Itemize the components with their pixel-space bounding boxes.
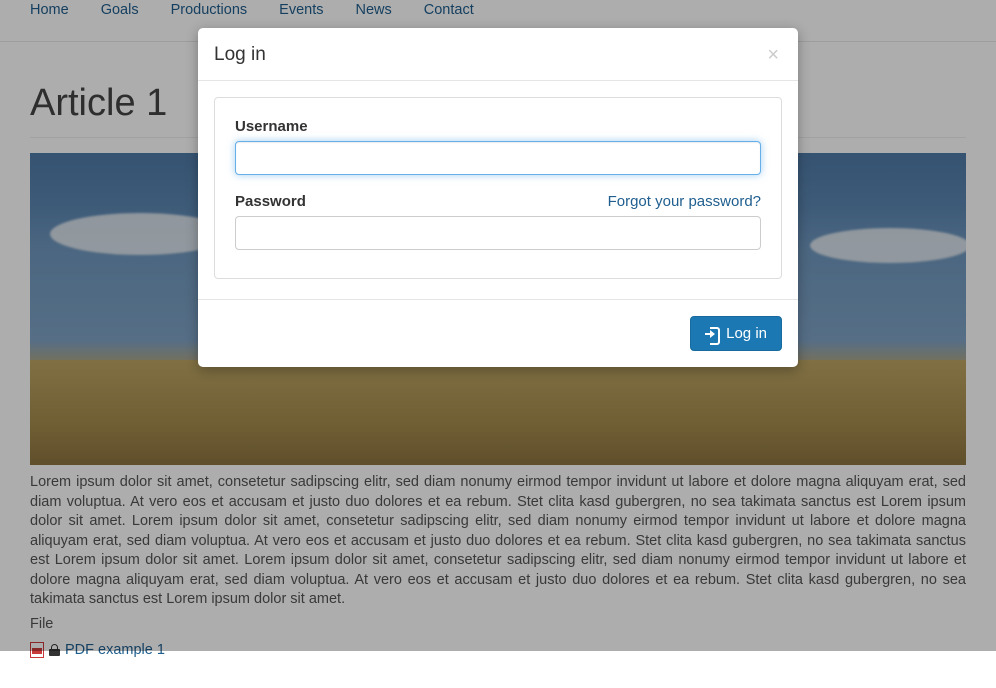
username-label: Username	[235, 118, 308, 135]
password-label: Password	[235, 193, 306, 210]
password-group: Password Forgot your password?	[235, 193, 761, 250]
password-input[interactable]	[235, 216, 761, 250]
username-input[interactable]	[235, 141, 761, 175]
login-panel: Username Password Forgot your password?	[214, 97, 782, 279]
username-group: Username	[235, 118, 761, 175]
modal-body: Username Password Forgot your password?	[198, 81, 798, 300]
login-modal: Log in × Username Password Forgot your p…	[198, 28, 798, 367]
login-submit-label: Log in	[726, 325, 767, 342]
modal-footer: Log in	[198, 300, 798, 367]
modal-title: Log in	[214, 44, 266, 66]
modal-header: Log in ×	[198, 28, 798, 81]
login-submit-button[interactable]: Log in	[690, 316, 782, 351]
close-button[interactable]: ×	[764, 45, 782, 65]
close-icon: ×	[767, 44, 779, 66]
signin-icon	[705, 327, 720, 341]
forgot-password-link[interactable]: Forgot your password?	[608, 193, 761, 210]
